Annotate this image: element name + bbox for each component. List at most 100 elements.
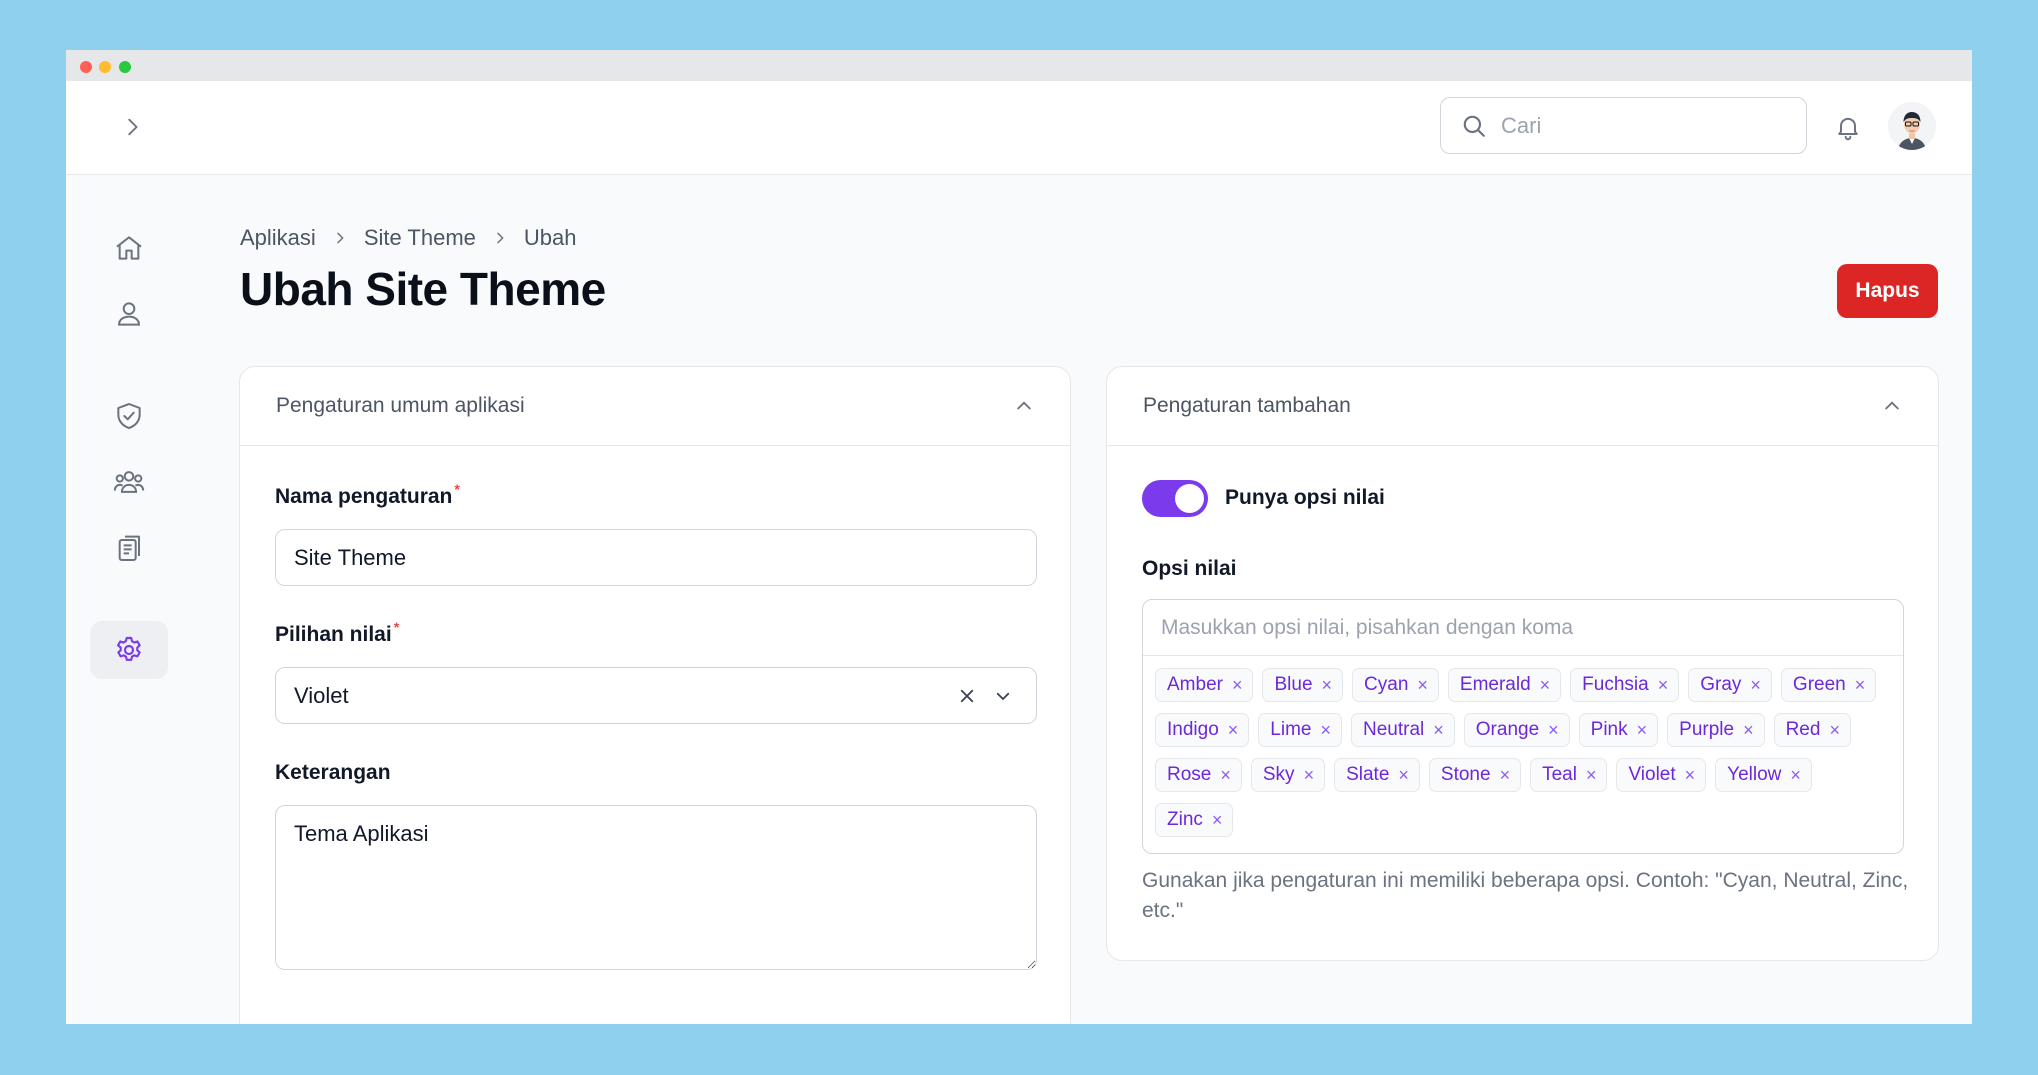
option-tag: Sky × xyxy=(1250,758,1326,792)
remove-tag-icon[interactable]: × xyxy=(1398,766,1409,784)
selected-value: Violet xyxy=(294,682,349,708)
clear-selection-button[interactable] xyxy=(952,681,982,711)
remove-tag-icon[interactable]: × xyxy=(1417,676,1428,694)
option-tag-label: Neutral xyxy=(1363,719,1425,740)
remove-tag-icon[interactable]: × xyxy=(1500,766,1511,784)
chevron-up-icon[interactable] xyxy=(1014,396,1034,416)
option-tag: Blue × xyxy=(1262,668,1344,702)
section-title: Pengaturan tambahan xyxy=(1143,394,1351,417)
remove-tag-icon[interactable]: × xyxy=(1540,676,1551,694)
required-marker: * xyxy=(393,619,400,635)
option-tag-label: Gray xyxy=(1700,674,1742,695)
remove-tag-icon[interactable]: × xyxy=(1829,721,1840,739)
additional-settings-header[interactable]: Pengaturan tambahan xyxy=(1107,367,1938,446)
sidebar-item-settings[interactable] xyxy=(90,621,168,679)
clipboard-list-icon xyxy=(118,535,140,561)
option-tag: Emerald × xyxy=(1447,668,1562,702)
option-tag-label: Amber xyxy=(1167,674,1223,695)
options-hint: Gunakan jika pengaturan ini memiliki beb… xyxy=(1142,869,1909,923)
search-icon xyxy=(1463,115,1485,137)
remove-tag-icon[interactable]: × xyxy=(1212,811,1223,829)
home-icon xyxy=(116,236,142,260)
breadcrumb-current: Ubah xyxy=(523,225,577,250)
minimize-window-dot[interactable] xyxy=(99,61,111,73)
chevron-right-icon xyxy=(332,230,348,246)
avatar-image xyxy=(1888,102,1936,150)
option-tag: Stone × xyxy=(1428,758,1522,792)
option-tag-label: Zinc xyxy=(1167,809,1203,830)
remove-tag-icon[interactable]: × xyxy=(1232,676,1243,694)
has-options-toggle[interactable] xyxy=(1142,480,1208,517)
description-textarea[interactable]: Tema Aplikasi xyxy=(275,805,1037,970)
user-avatar[interactable] xyxy=(1888,102,1936,150)
tag-list: Amber × Blue × Cyan × Emerald × Fuchsia × Gray × Gre… xyxy=(1143,656,1903,848)
required-marker: * xyxy=(454,481,460,497)
remove-tag-icon[interactable]: × xyxy=(1658,676,1669,694)
option-tag-label: Stone xyxy=(1440,764,1491,785)
option-tag: Fuchsia × xyxy=(1570,668,1680,702)
notifications-button[interactable] xyxy=(1830,109,1866,145)
search-input[interactable] xyxy=(1501,112,1781,139)
chevron-up-icon[interactable] xyxy=(1882,396,1902,416)
option-tag-label: Red xyxy=(1785,719,1821,740)
browser-window: Aplikasi Site Theme Ubah Ubah Site Theme… xyxy=(66,50,1972,1024)
breadcrumb-aplikasi[interactable]: Aplikasi xyxy=(240,225,316,251)
remove-tag-icon[interactable]: × xyxy=(1855,676,1866,694)
option-tag: Lime × xyxy=(1258,713,1342,747)
option-tag-label: Cyan xyxy=(1364,674,1409,695)
options-label: Opsi nilai xyxy=(1142,557,1237,580)
dropdown-toggle[interactable] xyxy=(988,681,1018,711)
option-tag: Violet × xyxy=(1616,758,1707,792)
expand-sidebar-button[interactable] xyxy=(112,107,152,147)
option-tag: Zinc × xyxy=(1155,803,1234,837)
option-tag-label: Sky xyxy=(1262,764,1295,785)
option-tag: Red × xyxy=(1773,713,1851,747)
remove-tag-icon[interactable]: × xyxy=(1637,721,1648,739)
remove-tag-icon[interactable]: × xyxy=(1790,766,1801,784)
general-settings-header[interactable]: Pengaturan umum aplikasi xyxy=(240,367,1070,446)
option-tag-label: Indigo xyxy=(1167,719,1219,740)
close-window-dot[interactable] xyxy=(80,61,92,73)
toggle-label: Punya opsi nilai xyxy=(1225,486,1385,509)
option-tag-label: Orange xyxy=(1475,719,1540,740)
page-title: Ubah Site Theme xyxy=(240,263,606,315)
option-tag-label: Pink xyxy=(1590,719,1628,740)
remove-tag-icon[interactable]: × xyxy=(1548,721,1559,739)
remove-tag-icon[interactable]: × xyxy=(1750,676,1761,694)
remove-tag-icon[interactable]: × xyxy=(1685,766,1696,784)
remove-tag-icon[interactable]: × xyxy=(1586,766,1597,784)
option-tag: Rose × xyxy=(1155,758,1242,792)
option-tag: Yellow × xyxy=(1715,758,1812,792)
breadcrumb-site-theme[interactable]: Site Theme xyxy=(364,225,476,251)
option-tag: Indigo × xyxy=(1155,713,1250,747)
option-tag-label: Blue xyxy=(1274,674,1313,695)
value-choice-select[interactable]: Violet xyxy=(275,667,1037,724)
breadcrumb: Aplikasi Site Theme Ubah xyxy=(240,225,577,251)
option-tag-label: Fuchsia xyxy=(1582,674,1649,695)
remove-tag-icon[interactable]: × xyxy=(1228,721,1239,739)
remove-tag-icon[interactable]: × xyxy=(1220,766,1231,784)
delete-button[interactable]: Hapus xyxy=(1837,264,1938,318)
maximize-window-dot[interactable] xyxy=(119,61,131,73)
sidebar-item-users[interactable] xyxy=(90,453,168,511)
sidebar-item-profile[interactable] xyxy=(90,285,168,343)
option-tag: Purple × xyxy=(1667,713,1765,747)
option-tag-label: Teal xyxy=(1542,764,1577,785)
remove-tag-icon[interactable]: × xyxy=(1320,721,1331,739)
sidebar-item-reports[interactable] xyxy=(90,519,168,577)
remove-tag-icon[interactable]: × xyxy=(1322,676,1333,694)
sidebar-item-home[interactable] xyxy=(90,219,168,277)
remove-tag-icon[interactable]: × xyxy=(1304,766,1315,784)
search-box[interactable] xyxy=(1440,97,1807,154)
name-label: Nama pengaturan * xyxy=(275,481,460,508)
option-tag: Gray × xyxy=(1688,668,1772,702)
remove-tag-icon[interactable]: × xyxy=(1743,721,1754,739)
option-tag: Amber × xyxy=(1155,668,1254,702)
remove-tag-icon[interactable]: × xyxy=(1433,721,1444,739)
section-title: Pengaturan umum aplikasi xyxy=(276,394,525,417)
name-field[interactable] xyxy=(275,529,1037,586)
description-label: Keterangan xyxy=(275,761,391,784)
sidebar-item-security[interactable] xyxy=(90,387,168,445)
options-tag-input: Amber×Blue×Cyan×Emerald×Fuchsia×Gray×Gre… xyxy=(1142,599,1904,854)
options-input[interactable] xyxy=(1143,600,1903,656)
